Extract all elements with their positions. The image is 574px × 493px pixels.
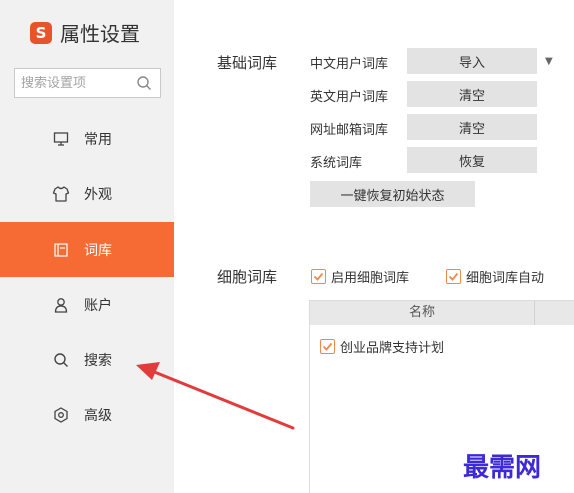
search-icon[interactable] bbox=[136, 75, 152, 91]
sidebar-item-common[interactable]: 常用 bbox=[0, 111, 174, 166]
sidebar-item-label: 搜索 bbox=[84, 352, 112, 369]
sidebar-item-account[interactable]: 账户 bbox=[0, 277, 174, 332]
user-icon bbox=[52, 296, 70, 314]
book-icon bbox=[52, 241, 70, 259]
sidebar-item-label: 外观 bbox=[84, 186, 112, 203]
search-box[interactable] bbox=[14, 68, 161, 98]
clear-english-button[interactable]: 清空 bbox=[407, 81, 537, 107]
app-title: 属性设置 bbox=[60, 22, 140, 46]
checkbox-label: 启用细胞词库 bbox=[331, 271, 410, 286]
app-header: S 属性设置 bbox=[30, 18, 140, 47]
column-header-name[interactable]: 名称 bbox=[310, 301, 535, 325]
checkbox-label: 细胞词库自动 bbox=[466, 271, 545, 286]
english-user-dictionary-label: 英文用户词库 bbox=[310, 90, 389, 105]
enable-cell-dictionary-checkbox[interactable]: 启用细胞词库 bbox=[311, 267, 409, 286]
chevron-down-icon[interactable]: ▼ bbox=[545, 56, 553, 67]
checkbox-checked-icon[interactable] bbox=[320, 338, 335, 354]
search-icon bbox=[52, 351, 70, 369]
sidebar-item-search[interactable]: 搜索 bbox=[0, 332, 174, 387]
chinese-user-dictionary-label: 中文用户词库 bbox=[310, 57, 389, 72]
gear-icon bbox=[52, 406, 70, 424]
sidebar: S 属性设置 常用 外观 词库 账户 搜 bbox=[0, 0, 174, 493]
sidebar-item-appearance[interactable]: 外观 bbox=[0, 166, 174, 221]
search-input[interactable] bbox=[21, 75, 131, 91]
checkbox-checked-icon[interactable] bbox=[311, 269, 326, 284]
basic-dictionary-label: 基础词库 bbox=[217, 54, 278, 72]
clear-url-button[interactable]: 清空 bbox=[407, 114, 537, 140]
system-dictionary-label: 系统词库 bbox=[310, 156, 363, 171]
shirt-icon bbox=[52, 185, 70, 203]
table-row[interactable]: 创业品牌支持计划 bbox=[310, 331, 574, 361]
restore-button[interactable]: 恢复 bbox=[407, 147, 537, 173]
sidebar-item-label: 常用 bbox=[84, 131, 112, 148]
app-logo: S bbox=[30, 21, 52, 44]
sidebar-item-advanced[interactable]: 高级 bbox=[0, 387, 174, 442]
import-button[interactable]: 导入 bbox=[407, 48, 537, 74]
monitor-icon bbox=[52, 130, 70, 148]
auto-cell-dictionary-checkbox[interactable]: 细胞词库自动 bbox=[446, 267, 574, 286]
sidebar-item-dictionary[interactable]: 词库 bbox=[0, 222, 174, 277]
watermark: 最需网 bbox=[463, 453, 542, 483]
sidebar-item-label: 账户 bbox=[84, 297, 112, 314]
checkbox-checked-icon[interactable] bbox=[446, 269, 461, 284]
cell-dictionary-label: 细胞词库 bbox=[217, 268, 278, 286]
reset-all-button[interactable]: 一键恢复初始状态 bbox=[310, 181, 475, 207]
table-header: 名称 bbox=[310, 301, 574, 325]
url-email-dictionary-label: 网址邮箱词库 bbox=[310, 123, 389, 138]
sidebar-item-label: 高级 bbox=[84, 407, 112, 424]
table-cell-name: 创业品牌支持计划 bbox=[340, 340, 445, 356]
sidebar-item-label: 词库 bbox=[84, 242, 112, 259]
